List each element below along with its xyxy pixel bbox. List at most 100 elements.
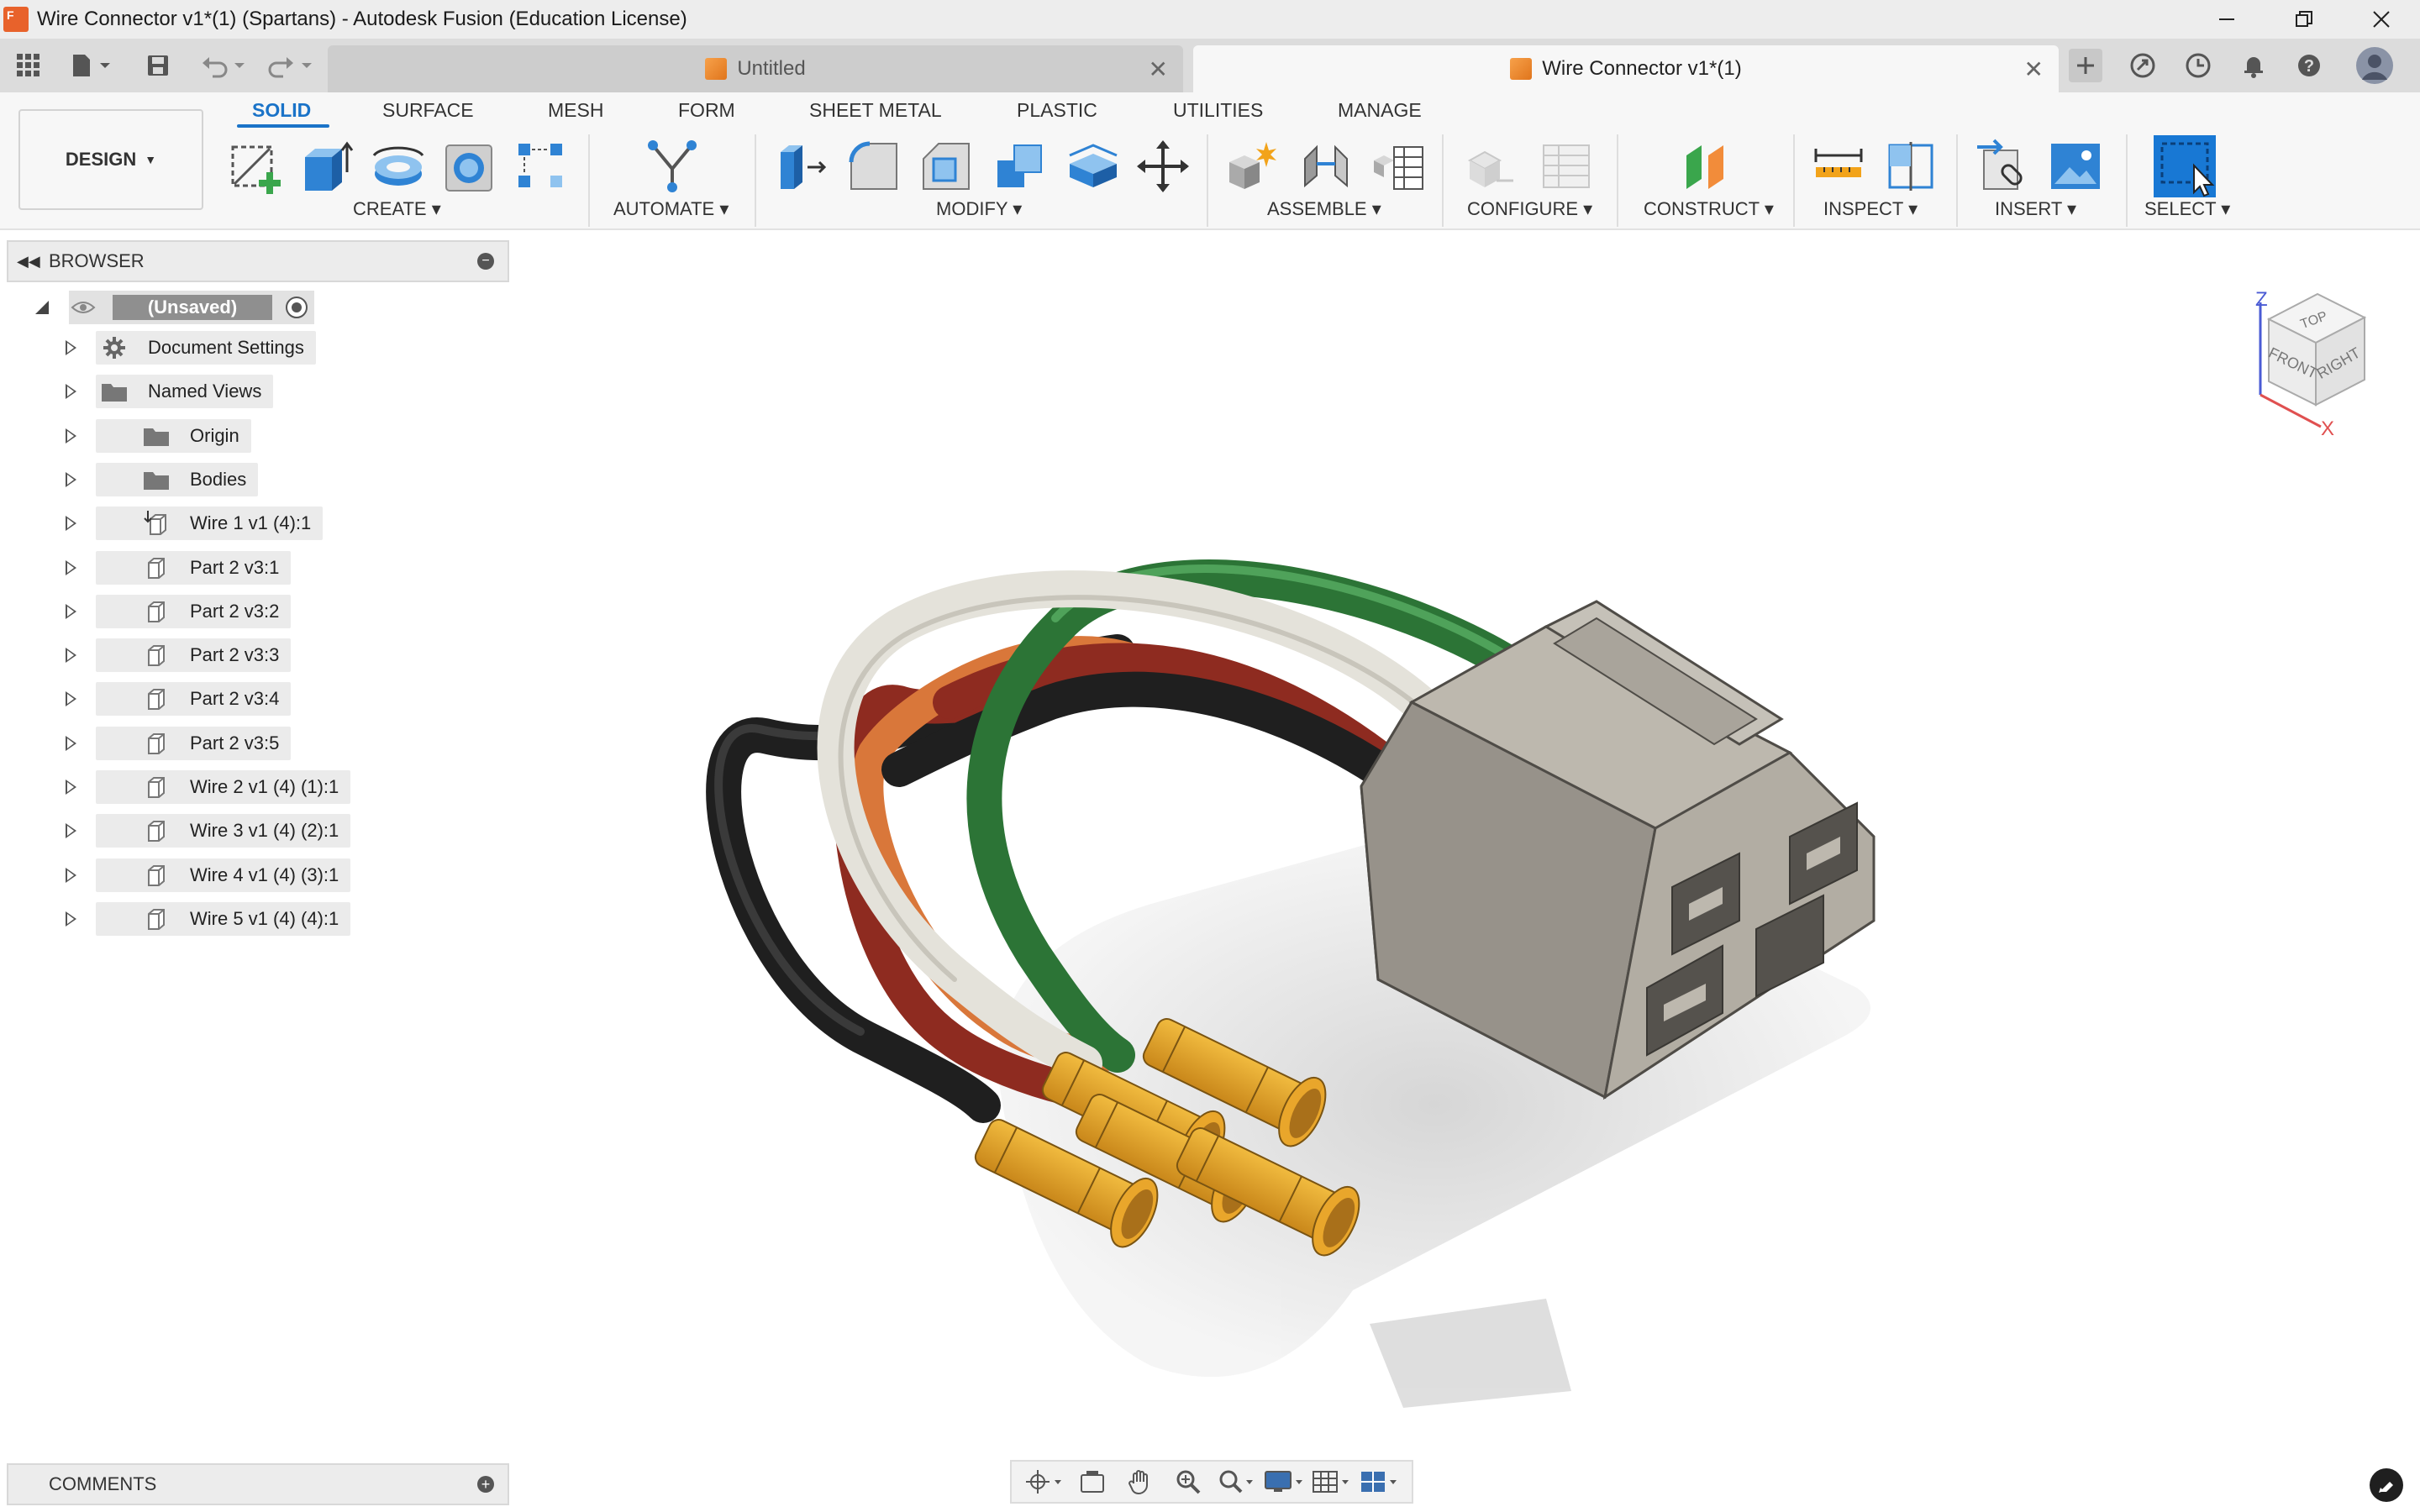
- chamfer-icon[interactable]: [918, 134, 975, 198]
- browser-item-box[interactable]: Document Settings: [96, 331, 316, 365]
- browser-item-box[interactable]: Wire 1 v1 (4):1: [96, 507, 324, 541]
- tab-surface[interactable]: SURFACE: [382, 99, 474, 122]
- browser-item-row[interactable]: Part 2 v3:1: [0, 550, 504, 585]
- insert-group-label[interactable]: INSERT ▾: [1995, 198, 2076, 220]
- tab-solid[interactable]: SOLID: [252, 99, 311, 122]
- root-node[interactable]: (Unsaved): [69, 291, 314, 324]
- interference-icon[interactable]: [1882, 134, 1939, 198]
- expand-triangle-icon[interactable]: [66, 340, 76, 355]
- hole-icon[interactable]: [440, 134, 497, 198]
- move-icon[interactable]: [1134, 134, 1192, 198]
- expand-triangle-icon[interactable]: [66, 603, 76, 619]
- browser-item-row[interactable]: Wire 2 v1 (4) (1):1: [0, 770, 504, 804]
- expand-triangle-icon[interactable]: [66, 823, 76, 839]
- expand-triangle-icon[interactable]: [66, 780, 76, 795]
- file-icon[interactable]: [67, 49, 118, 82]
- configure-table-icon[interactable]: [1538, 134, 1595, 198]
- feedback-icon[interactable]: [2370, 1468, 2403, 1502]
- new-component-icon[interactable]: [1223, 134, 1281, 198]
- press-pull-icon[interactable]: [773, 134, 830, 198]
- activate-radio-icon[interactable]: [286, 297, 308, 318]
- expand-triangle-icon[interactable]: [66, 559, 76, 575]
- browser-item-box[interactable]: Wire 3 v1 (4) (2):1: [96, 814, 351, 848]
- expand-triangle-icon[interactable]: [66, 384, 76, 400]
- configure-feature-icon[interactable]: [1462, 134, 1519, 198]
- offset-plane-icon[interactable]: [1677, 134, 1734, 198]
- viewcube[interactable]: Z X TOP FRONT RIGHT: [2227, 269, 2395, 437]
- select-icon[interactable]: [2151, 134, 2218, 198]
- create-sketch-icon[interactable]: [227, 134, 284, 198]
- browser-item-box[interactable]: Named Views: [96, 375, 274, 409]
- browser-item-row[interactable]: Part 2 v3:2: [0, 594, 504, 628]
- pan-icon[interactable]: [1117, 1465, 1164, 1499]
- expand-triangle-icon[interactable]: [66, 911, 76, 927]
- tab-mesh[interactable]: MESH: [548, 99, 603, 122]
- browser-item-box[interactable]: Part 2 v3:1: [96, 550, 292, 585]
- modify-group-label[interactable]: MODIFY ▾: [936, 198, 1022, 220]
- insert-derive-icon[interactable]: [1975, 134, 2032, 198]
- minimize-button[interactable]: [2188, 0, 2265, 39]
- undo-icon[interactable]: [198, 49, 249, 82]
- workspace-switcher[interactable]: DESIGN ▼: [18, 109, 203, 210]
- revolve-icon[interactable]: [370, 134, 427, 198]
- expand-triangle-icon[interactable]: [66, 735, 76, 751]
- display-settings-icon[interactable]: [1260, 1465, 1307, 1499]
- collapse-panel-icon[interactable]: ◀◀: [17, 253, 40, 270]
- notifications-icon[interactable]: [2237, 49, 2270, 82]
- joint-icon[interactable]: [1297, 134, 1355, 198]
- tab-utilities[interactable]: UTILITIES: [1173, 99, 1263, 122]
- inspect-group-label[interactable]: INSPECT ▾: [1823, 198, 1918, 220]
- browser-item-box[interactable]: Origin: [96, 418, 251, 453]
- tab-untitled[interactable]: Untitled ✕: [328, 45, 1183, 92]
- close-window-button[interactable]: [2343, 0, 2420, 39]
- browser-item-row[interactable]: Bodies: [0, 462, 504, 496]
- expand-triangle-icon[interactable]: [35, 301, 49, 314]
- tab-sheet-metal[interactable]: SHEET METAL: [809, 99, 942, 122]
- comments-panel-header[interactable]: COMMENTS +: [7, 1463, 509, 1505]
- tab-manage[interactable]: MANAGE: [1338, 99, 1422, 122]
- job-status-icon[interactable]: [2181, 49, 2215, 82]
- browser-item-row[interactable]: Part 2 v3:5: [0, 726, 504, 760]
- browser-panel-header[interactable]: ◀◀ BROWSER −: [7, 240, 509, 282]
- zoom-icon[interactable]: [1165, 1465, 1212, 1499]
- redo-icon[interactable]: [266, 49, 316, 82]
- close-tab-icon[interactable]: ✕: [2024, 55, 2044, 83]
- insert-image-icon[interactable]: [2047, 134, 2104, 198]
- create-group-label[interactable]: CREATE ▾: [353, 198, 441, 220]
- wire-connector-model[interactable]: [513, 232, 2420, 1512]
- assemble-group-label[interactable]: ASSEMBLE ▾: [1267, 198, 1381, 220]
- save-icon[interactable]: [141, 49, 175, 82]
- expand-triangle-icon[interactable]: [66, 471, 76, 487]
- close-tab-icon[interactable]: ✕: [1149, 55, 1168, 83]
- eye-icon[interactable]: [71, 295, 96, 320]
- browser-root-row[interactable]: (Unsaved): [0, 291, 504, 324]
- extensions-icon[interactable]: [2126, 49, 2160, 82]
- expand-triangle-icon[interactable]: [66, 428, 76, 444]
- automate-group-label[interactable]: AUTOMATE ▾: [613, 198, 729, 220]
- browser-item-row[interactable]: Wire 4 v1 (4) (3):1: [0, 858, 504, 892]
- extrude-icon[interactable]: [297, 134, 355, 198]
- browser-item-box[interactable]: Bodies: [96, 462, 259, 496]
- browser-item-row[interactable]: Part 2 v3:4: [0, 682, 504, 717]
- minimize-panel-icon[interactable]: −: [477, 253, 494, 270]
- shell-icon[interactable]: [1064, 134, 1121, 198]
- browser-item-row[interactable]: Part 2 v3:3: [0, 638, 504, 673]
- table-icon[interactable]: [1370, 134, 1427, 198]
- construct-group-label[interactable]: CONSTRUCT ▾: [1644, 198, 1774, 220]
- add-comment-icon[interactable]: +: [477, 1476, 494, 1493]
- select-group-label[interactable]: SELECT ▾: [2144, 198, 2230, 220]
- tab-wire-connector[interactable]: Wire Connector v1*(1) ✕: [1193, 45, 2059, 92]
- browser-item-box[interactable]: Part 2 v3:3: [96, 638, 292, 673]
- look-at-icon[interactable]: [1069, 1465, 1116, 1499]
- automate-icon[interactable]: [644, 134, 701, 198]
- new-tab-icon[interactable]: [2069, 49, 2102, 82]
- browser-item-row[interactable]: Document Settings: [0, 331, 504, 365]
- fit-icon[interactable]: [1213, 1465, 1260, 1499]
- expand-triangle-icon[interactable]: [66, 516, 76, 532]
- tab-form[interactable]: FORM: [678, 99, 735, 122]
- pattern-icon[interactable]: [513, 134, 570, 198]
- help-icon[interactable]: ?: [2292, 49, 2326, 82]
- browser-item-row[interactable]: Wire 5 v1 (4) (4):1: [0, 901, 504, 936]
- fillet-icon[interactable]: [845, 134, 902, 198]
- browser-item-row[interactable]: Origin: [0, 418, 504, 453]
